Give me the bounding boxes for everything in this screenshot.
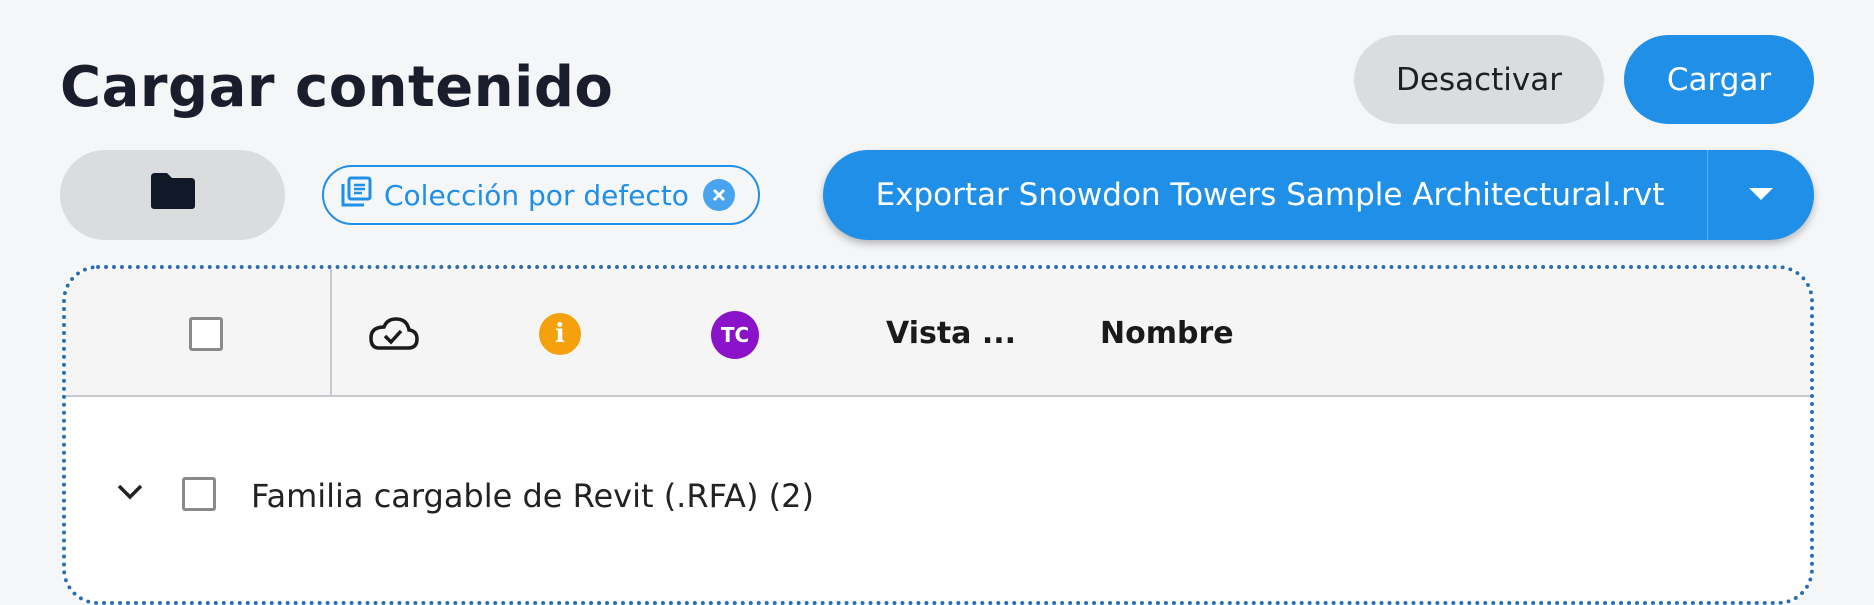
group-label-wrap: Familia cargable de Revit (.RFA) (2) xyxy=(251,474,814,518)
group-checkbox[interactable] xyxy=(182,477,216,511)
close-icon[interactable] xyxy=(702,179,735,211)
column-header-nombre[interactable]: Nombre xyxy=(1100,313,1234,355)
group-row[interactable]: Familia cargable de Revit (.RFA) (2) xyxy=(66,457,1810,537)
caret-down-icon xyxy=(1748,186,1774,205)
drop-zone-table[interactable]: i TC Vista ... Nombre Familia cargable d… xyxy=(62,265,1814,605)
deactivate-button[interactable]: Desactivar xyxy=(1354,35,1604,124)
export-dropdown-button[interactable] xyxy=(1707,150,1814,240)
collection-chip[interactable]: Colección por defecto xyxy=(322,165,760,225)
export-split-button: Exportar Snowdon Towers Sample Architect… xyxy=(823,150,1814,240)
select-all-checkbox[interactable] xyxy=(189,317,223,351)
info-icon[interactable]: i xyxy=(539,313,581,355)
folder-icon xyxy=(149,171,197,219)
collection-icon xyxy=(340,176,372,215)
tc-badge[interactable]: TC xyxy=(711,311,759,359)
chevron-down-icon[interactable] xyxy=(116,483,144,505)
header-divider xyxy=(330,269,332,395)
folder-button[interactable] xyxy=(60,150,285,240)
group-label: Familia cargable de Revit (.RFA) xyxy=(251,477,759,515)
column-header-vista[interactable]: Vista ... xyxy=(886,313,1016,355)
export-button[interactable]: Exportar Snowdon Towers Sample Architect… xyxy=(823,150,1707,240)
page-title: Cargar contenido xyxy=(60,55,614,120)
table-header: i TC Vista ... Nombre xyxy=(66,269,1810,397)
cloud-check-icon[interactable] xyxy=(366,313,420,357)
upload-button[interactable]: Cargar xyxy=(1624,35,1814,124)
collection-chip-label: Colección por defecto xyxy=(384,178,689,212)
group-count: (2) xyxy=(768,477,814,515)
